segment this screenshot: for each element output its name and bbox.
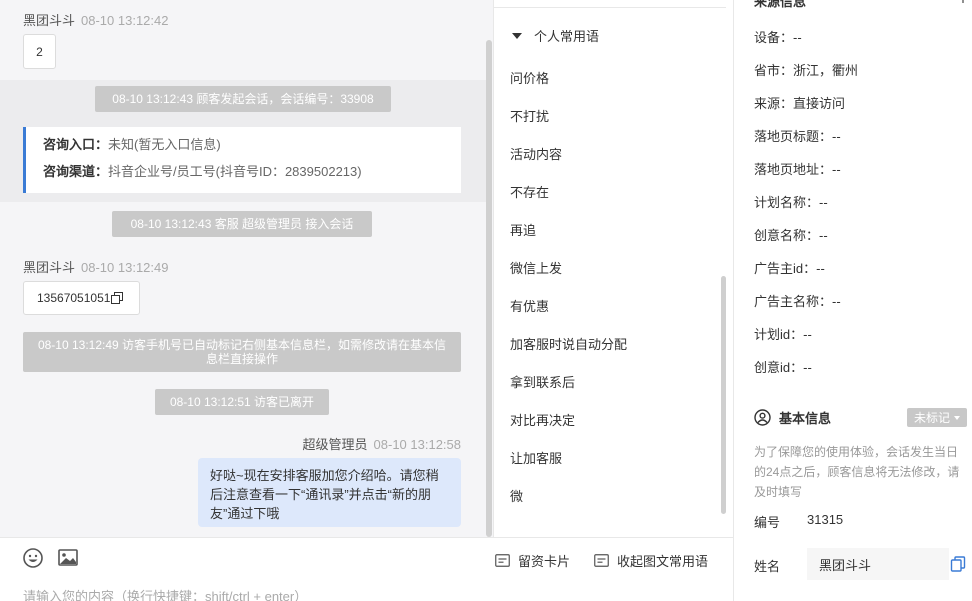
system-notice-text: 08-10 13:12:51 访客已离开	[169, 395, 315, 409]
phrase-item[interactable]: 加客服时说自动分配	[510, 334, 627, 353]
phrases-panel: 个人常用语 问价格 不打扰 活动内容 不存在 再追 微信上发 有优惠 加客服时说…	[493, 0, 733, 537]
message-text: 13567051051	[37, 291, 111, 305]
customer-info-panel: 来源信息 设备：-- 省市：浙江，衢州 来源：直接访问 落地页标题：-- 落地页…	[733, 0, 972, 601]
basic-info-title: 基本信息	[779, 411, 832, 426]
agent-message-bubble: 好哒~现在安排客服加您介绍哈。请您稍后注意查看一下“通讯录”并点击“新的朋友”通…	[198, 458, 461, 527]
chat-scrollbar[interactable]	[486, 40, 492, 537]
message-input[interactable]: 请输入您的内容（换行快捷键：shift/ctrl + enter）	[23, 586, 307, 601]
source-row-city: 省市：浙江，衢州	[754, 63, 859, 78]
source-row-plan-id: 计划id：--	[754, 327, 812, 342]
source-row-advertiser-id: 广告主id：--	[754, 261, 825, 276]
source-row-creative-name: 创意名称：--	[754, 228, 828, 243]
system-notice-text: 08-10 13:12:43 顾客发起会话，会话编号：33908	[112, 92, 374, 106]
message-text: 2	[36, 44, 43, 59]
input-bar: 留资卡片 收起图文常用语 请输入您的内容（换行快捷键：shift/ctrl + …	[0, 537, 733, 601]
source-row-origin: 来源：直接访问	[754, 96, 846, 111]
message-bubble: 2	[23, 34, 56, 69]
message-time: 08-10 13:12:42	[81, 13, 169, 28]
user-icon	[754, 409, 771, 426]
source-row-device: 设备：--	[754, 30, 802, 45]
phrase-item[interactable]: 微信上发	[510, 258, 562, 277]
phrases-group-title: 个人常用语	[534, 29, 600, 44]
copy-icon[interactable]	[950, 556, 966, 572]
id-label: 编号	[754, 515, 781, 530]
phrase-item[interactable]: 问价格	[510, 68, 549, 87]
chat-panel: 黑团斗斗 08-10 13:12:42 2 08-10 13:12:43 顾客发起…	[0, 0, 493, 537]
phrase-item[interactable]: 不存在	[510, 182, 549, 201]
image-icon[interactable]	[57, 547, 79, 569]
agent-message-text: 好哒~现在安排客服加您介绍哈。请您稍后注意查看一下“通讯录”并点击“新的朋友”通…	[210, 468, 439, 521]
source-row-advertiser-name: 广告主名称：--	[754, 294, 841, 309]
collapse-phrases-button[interactable]: 收起图文常用语	[594, 551, 708, 570]
source-info-title: 来源信息	[754, 0, 807, 9]
consult-channel-label: 咨询渠道：	[43, 164, 109, 179]
sender-name: 黑团斗斗	[23, 13, 76, 28]
source-row-landing-url: 落地页地址：--	[754, 162, 841, 177]
divider	[494, 7, 726, 8]
source-row-plan-name: 计划名称：--	[754, 195, 828, 210]
consult-channel-value: 抖音企业号/员工号(抖音号ID：2839502213)	[108, 164, 362, 179]
name-field[interactable]	[807, 548, 949, 580]
message-meta: 黑团斗斗 08-10 13:12:42	[23, 10, 168, 29]
consult-entry-row: 咨询入口：未知(暂无入口信息)	[43, 135, 461, 162]
tag-select[interactable]: 未标记	[907, 408, 967, 427]
phrase-item[interactable]: 让加客服	[510, 448, 562, 467]
message-time: 08-10 13:12:49	[81, 260, 169, 275]
phrases-scrollbar[interactable]	[721, 276, 726, 514]
phrases-group-toggle[interactable]: 个人常用语	[512, 26, 599, 45]
phrase-item[interactable]: 再追	[510, 220, 536, 239]
copy-icon[interactable]	[111, 292, 124, 304]
lead-card-label: 留资卡片	[518, 554, 571, 569]
message-bubble: 13567051051	[23, 281, 140, 315]
consult-entry-label: 咨询入口：	[43, 137, 109, 152]
system-notice: 08-10 13:12:43 客服 超级管理员 接入会话	[112, 211, 372, 237]
message-meta: 黑团斗斗 08-10 13:12:49	[23, 257, 168, 276]
system-notice: 08-10 13:12:43 顾客发起会话，会话编号：33908	[95, 86, 391, 112]
card-icon	[594, 554, 609, 567]
phrase-item[interactable]: 有优惠	[510, 296, 549, 315]
name-label: 姓名	[754, 559, 781, 574]
source-info-header: 来源信息	[754, 0, 806, 10]
sender-name: 黑团斗斗	[23, 260, 76, 275]
id-value: 31315	[807, 512, 844, 527]
source-row-creative-id: 创意id：--	[754, 360, 812, 375]
caret-down-icon	[512, 32, 522, 39]
collapse-phrases-label: 收起图文常用语	[617, 554, 709, 569]
source-row-landing-title: 落地页标题：--	[754, 129, 841, 144]
message-input-placeholder: 请输入您的内容（换行快捷键：shift/ctrl + enter）	[23, 589, 308, 601]
privacy-note: 为了保障您的使用体验，会话发生当日的24点之后，顾客信息将无法修改，请及时填写	[754, 445, 960, 499]
card-icon	[495, 554, 510, 567]
consult-channel-row: 咨询渠道：抖音企业号/员工号(抖音号ID：2839502213)	[43, 162, 461, 189]
system-notice: 08-10 13:12:49 访客手机号已自动标记右侧基本信息栏，如需修改请在基…	[23, 332, 461, 372]
phrase-item[interactable]: 微	[510, 486, 523, 505]
system-notice-text: 08-10 13:12:43 客服 超级管理员 接入会话	[130, 217, 354, 231]
caret-down-icon	[954, 415, 960, 420]
agent-name: 超级管理员	[302, 437, 368, 452]
consult-entry-value: 未知(暂无入口信息)	[108, 137, 221, 152]
phrase-item[interactable]: 不打扰	[510, 106, 549, 125]
agent-message-meta: 超级管理员 08-10 13:12:58	[303, 434, 461, 453]
system-notice: 08-10 13:12:51 访客已离开	[155, 389, 329, 415]
lead-card-button[interactable]: 留资卡片	[495, 551, 570, 570]
consult-info-card: 咨询入口：未知(暂无入口信息) 咨询渠道：抖音企业号/员工号(抖音号ID：283…	[23, 127, 461, 193]
agent-message-time: 08-10 13:12:58	[373, 437, 461, 452]
basic-info-header: 基本信息	[754, 408, 831, 427]
phrase-item[interactable]: 拿到联系后	[510, 372, 575, 391]
emoji-icon[interactable]	[22, 547, 44, 569]
edit-icon[interactable]	[952, 0, 964, 7]
phrase-item[interactable]: 活动内容	[510, 144, 562, 163]
tag-select-value: 未标记	[913, 411, 950, 425]
system-notice-text: 08-10 13:12:49 访客手机号已自动标记右侧基本信息栏，如需修改请在基…	[37, 338, 447, 366]
phrase-item[interactable]: 对比再决定	[510, 410, 575, 429]
